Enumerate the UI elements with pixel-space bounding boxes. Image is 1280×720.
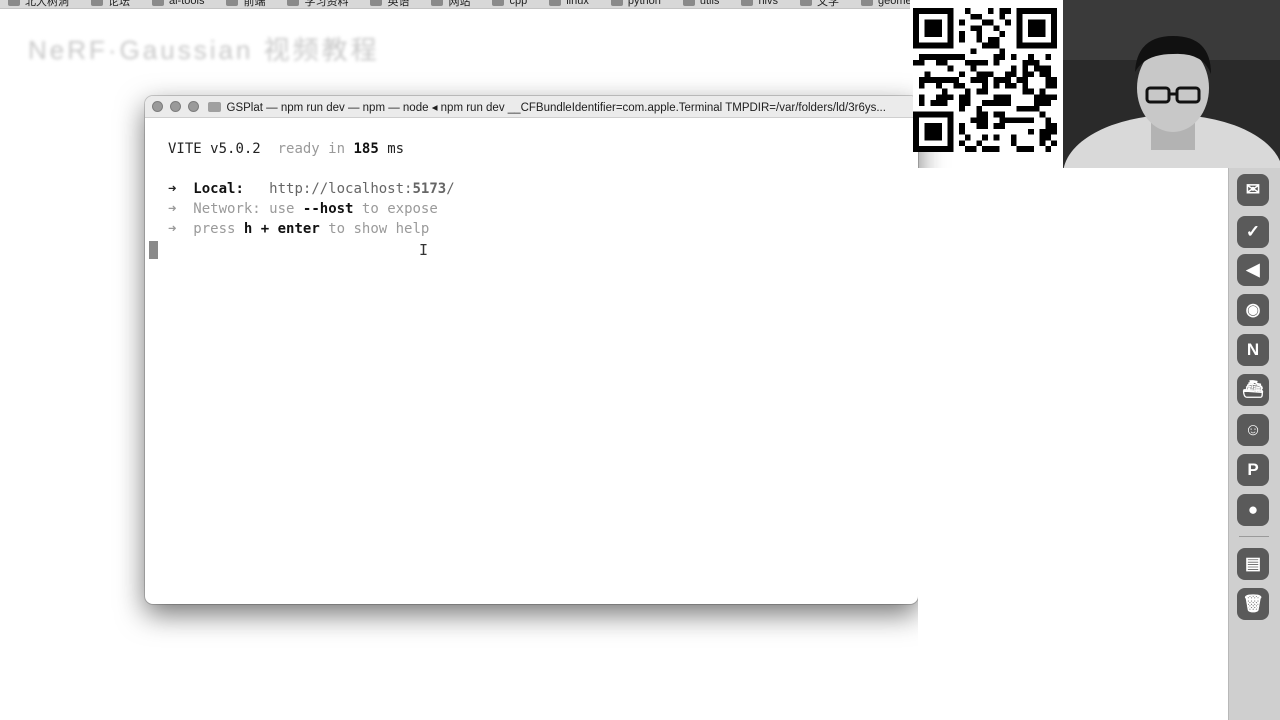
bookmark-label: geometry	[878, 0, 910, 7]
ticktick-icon[interactable]: ✓	[1237, 216, 1269, 248]
bookmark-item[interactable]: ai-tools	[144, 0, 218, 8]
bookmark-label: 学习资料	[304, 0, 349, 8]
bookmark-list: 北大树洞 论坛 ai-tools 前端 学习资料 英语 网站 cpp linux python ut…	[0, 0, 910, 8]
bookmark-label: utils	[699, 0, 720, 7]
powerpoint-icon[interactable]: P	[1237, 454, 1269, 486]
bookmark-label: 文学	[817, 0, 839, 8]
folder-icon	[226, 0, 239, 6]
folder-icon	[91, 0, 103, 6]
bookmark-label: linux	[566, 0, 589, 7]
bookmark-label: ai-tools	[169, 0, 205, 7]
page-title: NeRF·Gaussian 视频教程	[28, 35, 380, 65]
network-line: ➜ Network: use --host to expose	[168, 201, 438, 217]
arrow-icon: ➜	[168, 201, 177, 217]
folder-icon	[8, 0, 20, 6]
bookmark-item[interactable]: 学习资料	[279, 0, 362, 8]
terminal-cursor	[149, 241, 158, 259]
bookmark-label: 英语	[387, 0, 410, 8]
folder-icon	[370, 0, 383, 6]
bookmark-item[interactable]: 北大树洞	[0, 0, 83, 8]
terminal-output[interactable]: VITE v5.0.2 ready in 185 ms ➜ Local: htt…	[145, 118, 918, 604]
bookmark-label: 论坛	[108, 0, 130, 8]
bookmark-item[interactable]: nlvs	[733, 0, 792, 8]
local-line: ➜ Local: http://localhost:5173/	[168, 181, 455, 197]
bookmark-item[interactable]: 英语	[362, 0, 423, 8]
folder-icon	[549, 0, 562, 6]
dock-separator	[1239, 536, 1269, 537]
help-line: ➜ press h + enter to show help	[168, 221, 430, 237]
dock: ✉ ✓ ◀ ◉ N ⛴ ☺ P ● ▤ 🗑	[1228, 168, 1280, 720]
folder-icon	[800, 0, 812, 6]
ibeam-cursor-icon: I	[419, 241, 429, 259]
vite-ready-line: VITE v5.0.2 ready in 185 ms	[168, 141, 405, 157]
bookmark-item[interactable]: 文学	[792, 0, 853, 8]
bookmark-item[interactable]: geometry	[853, 0, 910, 8]
notion-icon[interactable]: N	[1237, 334, 1269, 366]
qr-code	[913, 8, 1057, 152]
docker-icon[interactable]: ⛴	[1237, 374, 1269, 406]
bookmarks-bar: 北大树洞 论坛 ai-tools 前端 学习资料 英语 网站 cpp linux python ut…	[0, 0, 910, 9]
arrow-icon: ➜	[168, 221, 177, 237]
folder-icon	[682, 0, 695, 6]
terminal-window[interactable]: GSPlat — npm run dev — npm — node ◂ npm …	[145, 96, 918, 604]
folder-icon	[492, 0, 505, 6]
bookmark-item[interactable]: cpp	[484, 0, 541, 8]
bookmark-item[interactable]: 论坛	[83, 0, 144, 8]
bookmark-label: python	[627, 0, 661, 7]
folder-icon	[741, 0, 754, 6]
bookmark-label: nlvs	[758, 0, 778, 7]
local-url[interactable]: http://localhost:5173/	[269, 181, 454, 197]
zoom-button[interactable]	[187, 101, 199, 112]
folder-icon	[287, 0, 300, 6]
trash-icon[interactable]: 🗑	[1237, 588, 1269, 620]
folder-icon	[152, 0, 164, 6]
folder-icon	[861, 0, 873, 6]
bookmark-label: cpp	[509, 0, 528, 7]
bookmark-label: 前端	[243, 0, 266, 8]
minimize-button[interactable]	[169, 101, 181, 112]
folder-icon	[431, 0, 444, 6]
wechat-icon[interactable]: ✉	[1237, 174, 1269, 206]
bookmark-label: 北大树洞	[25, 0, 69, 8]
obs-icon[interactable]: ●	[1237, 494, 1269, 526]
webcam-overlay	[1063, 0, 1280, 168]
arrow-icon: ➜	[168, 181, 177, 197]
vscode-icon[interactable]: ◀	[1237, 254, 1269, 286]
edge-icon[interactable]: ◉	[1237, 294, 1269, 326]
bookmark-label: 网站	[448, 0, 471, 8]
close-button[interactable]	[152, 101, 163, 112]
bookmark-item[interactable]: linux	[541, 0, 603, 8]
terminal-titlebar[interactable]: GSPlat — npm run dev — npm — node ◂ npm …	[145, 96, 918, 118]
bookmark-item[interactable]: python	[603, 0, 675, 8]
bookmark-item[interactable]: utils	[675, 0, 734, 8]
discord-icon[interactable]: ☺	[1237, 414, 1269, 446]
downloads-icon[interactable]: ▤	[1237, 548, 1269, 580]
desktop-background	[918, 168, 1228, 720]
folder-icon	[610, 0, 623, 6]
bookmark-item[interactable]: 网站	[423, 0, 484, 8]
bookmark-item[interactable]: 前端	[218, 0, 279, 8]
terminal-title: GSPlat — npm run dev — npm — node ◂ npm …	[226, 101, 886, 114]
folder-icon	[207, 101, 221, 112]
